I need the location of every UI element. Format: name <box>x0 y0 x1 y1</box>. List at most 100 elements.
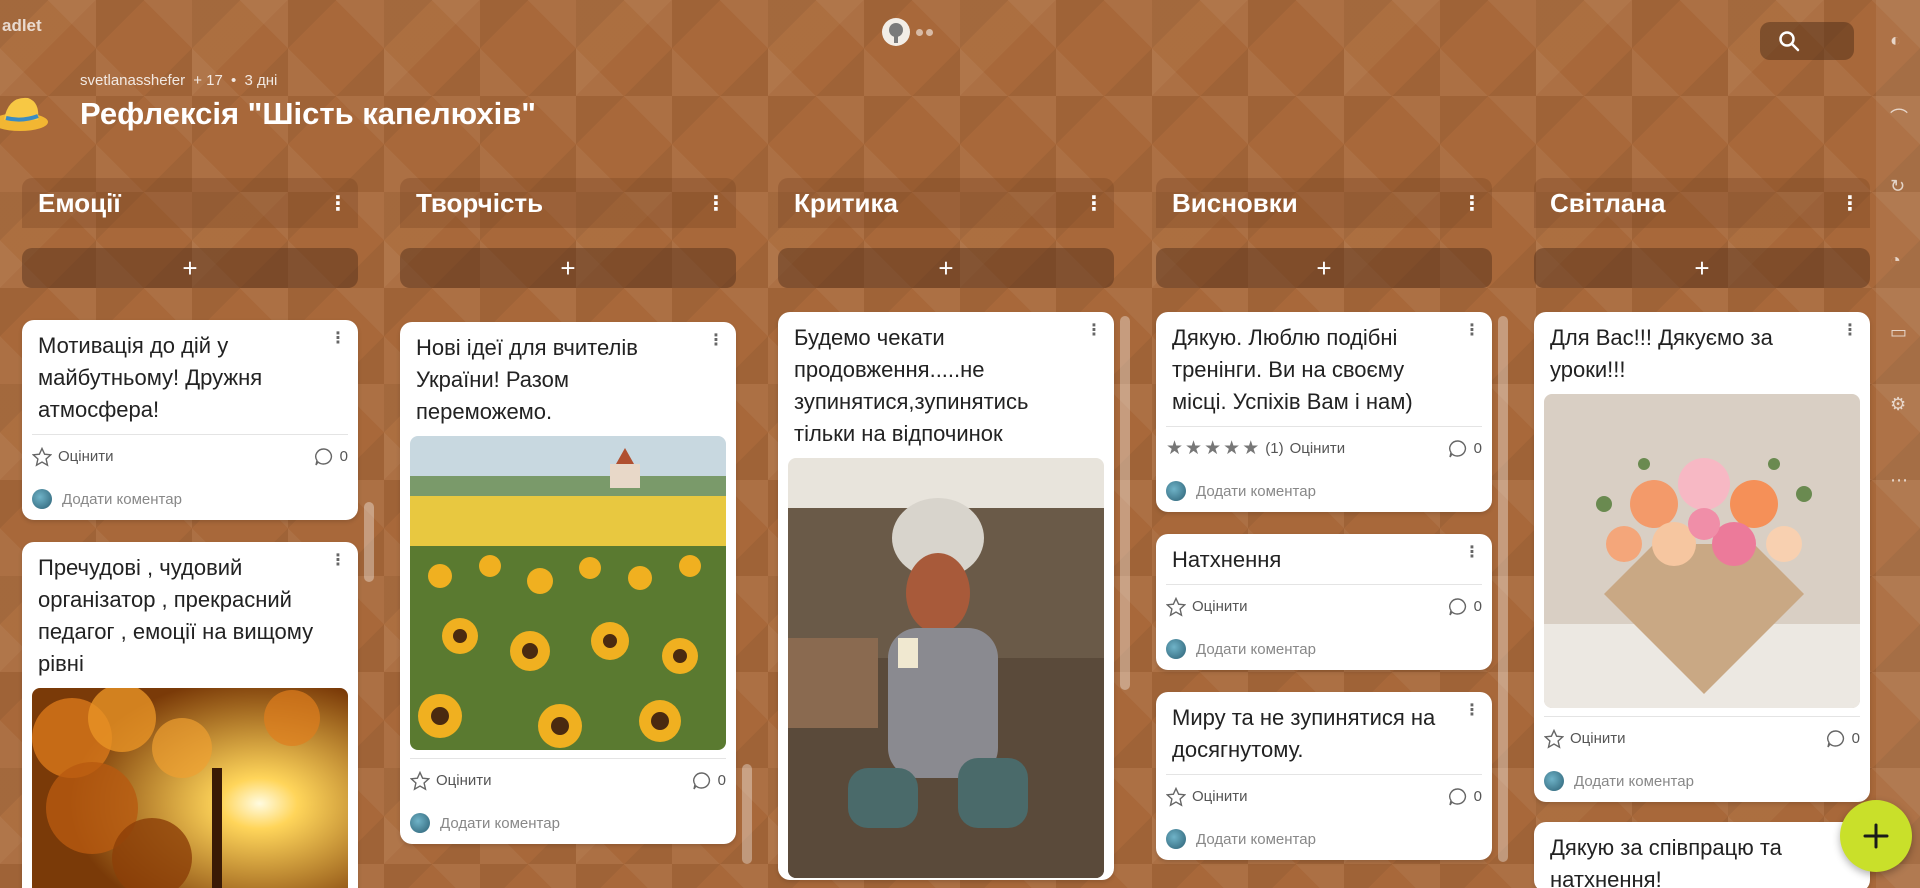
rate-label: Оцінити <box>58 448 114 465</box>
more-icon[interactable]: ⋯ <box>1890 470 1910 490</box>
column-more-icon[interactable]: ⋮ <box>328 191 348 216</box>
add-post-button[interactable]: + <box>1156 248 1492 288</box>
add-post-fab[interactable] <box>1840 800 1912 872</box>
add-post-button[interactable]: + <box>1534 248 1870 288</box>
collaborators-count[interactable]: + 17 <box>193 72 223 89</box>
slideshow-icon[interactable]: ▭ <box>1890 322 1910 342</box>
rate-button[interactable]: Оцінити <box>1544 728 1626 749</box>
rate-label: Оцінити <box>1289 440 1346 457</box>
comments-button[interactable]: 0 <box>1448 439 1482 459</box>
sunflower-field-image[interactable] <box>410 436 726 750</box>
notification-icon[interactable]: ◔ <box>1890 250 1910 270</box>
add-comment-row[interactable]: Додати коментар <box>1166 818 1482 860</box>
post-more-icon[interactable]: ⋮ <box>1464 700 1480 720</box>
add-comment-row[interactable]: Додати коментар <box>32 478 348 520</box>
column-more-icon[interactable]: ⋮ <box>706 191 726 216</box>
more-dots-icon[interactable] <box>916 28 933 36</box>
dog-in-towel-image[interactable] <box>788 458 1104 878</box>
user-avatar <box>1166 481 1186 501</box>
post-footer: Оцінити 0 <box>1166 774 1482 818</box>
search-button[interactable] <box>1760 22 1854 60</box>
post-more-icon[interactable]: ⋮ <box>708 330 724 350</box>
rating-count: (1) <box>1265 440 1284 457</box>
column-more-icon[interactable]: ⋮ <box>1840 191 1860 216</box>
rate-button[interactable]: Оцінити <box>1166 596 1248 617</box>
post-card[interactable]: Будемо чекати продовження.....не зупинят… <box>778 312 1114 880</box>
add-comment-row[interactable]: Додати коментар <box>1544 760 1860 802</box>
comment-count: 0 <box>1851 730 1860 747</box>
column-title[interactable]: Критика <box>794 188 898 219</box>
rate-button[interactable]: Оцінити <box>410 770 492 791</box>
hat-icon <box>0 97 48 131</box>
add-comment-row[interactable]: Додати коментар <box>1166 628 1482 670</box>
column-more-icon[interactable]: ⋮ <box>1462 191 1482 216</box>
post-card[interactable]: Миру та не зупинятися на досягнутому. ⋮ … <box>1156 692 1492 860</box>
user-avatar <box>410 813 430 833</box>
reaction-icon[interactable]: ⌒ <box>1890 104 1910 128</box>
post-more-icon[interactable]: ⋮ <box>1086 320 1102 340</box>
post-card[interactable]: Дякую за співпрацю та натхнення! <box>1534 822 1870 888</box>
post-more-icon[interactable]: ⋮ <box>330 550 346 570</box>
star-icon <box>1544 728 1564 749</box>
star-filled-icon: ★ <box>1166 438 1184 459</box>
star-filled-icon: ★ <box>1185 438 1203 459</box>
comments-button[interactable]: 0 <box>692 771 726 791</box>
rate-label: Оцінити <box>1192 598 1248 615</box>
star-icon <box>410 770 430 791</box>
rate-label: Оцінити <box>1192 788 1248 805</box>
post-more-icon[interactable]: ⋮ <box>1464 542 1480 562</box>
column-header: Критика ⋮ <box>778 178 1114 228</box>
comment-count: 0 <box>1473 598 1482 615</box>
add-post-button[interactable]: + <box>400 248 736 288</box>
column-scrollbar[interactable] <box>364 502 374 582</box>
post-card[interactable]: Нові ідеї для вчителів України! Разом пе… <box>400 322 736 844</box>
rate-button[interactable]: Оцінити <box>32 446 114 467</box>
column-scrollbar[interactable] <box>1498 316 1508 862</box>
comments-button[interactable]: 0 <box>1448 597 1482 617</box>
add-comment-row[interactable]: Додати коментар <box>410 802 726 844</box>
autumn-sun-leaves-image[interactable] <box>32 688 348 888</box>
board-title: Рефлексія "Шість капелюхів" <box>80 96 536 131</box>
comments-button[interactable]: 0 <box>1826 729 1860 749</box>
column-title[interactable]: Творчість <box>416 188 543 219</box>
user-avatar <box>1544 771 1564 791</box>
app-logo[interactable]: adlet <box>2 16 42 36</box>
column-more-icon[interactable]: ⋮ <box>1084 191 1104 216</box>
column-scrollbar[interactable] <box>1120 316 1130 690</box>
user-avatar <box>32 489 52 509</box>
add-post-button[interactable]: + <box>22 248 358 288</box>
share-icon[interactable]: ↻ <box>1890 176 1910 196</box>
comments-button[interactable]: 0 <box>314 447 348 467</box>
add-comment-row[interactable]: Додати коментар <box>1166 470 1482 512</box>
rate-button[interactable]: Оцінити <box>1166 786 1248 807</box>
post-card[interactable]: Дякую. Люблю подібні тренінги. Ви на сво… <box>1156 312 1492 512</box>
comments-button[interactable]: 0 <box>1448 787 1482 807</box>
right-toolbar: ◐ ⌒ ↻ ◔ ▭ ⚙ ⋯ <box>1876 0 1920 888</box>
board-avatar-icon[interactable] <box>882 18 910 46</box>
post-text: Для Вас!!! Дякуємо за уроки!!! <box>1550 325 1773 382</box>
rate-button[interactable]: ★ ★ ★ ★ ★ (1) Оцінити <box>1166 437 1345 460</box>
comment-count: 0 <box>717 772 726 789</box>
post-card[interactable]: Для Вас!!! Дякуємо за уроки!!! ⋮ Оцінити… <box>1534 312 1870 802</box>
column-title[interactable]: Емоції <box>38 188 121 219</box>
post-card[interactable]: Натхнення ⋮ Оцінити 0 Додати коментар <box>1156 534 1492 670</box>
globe-icon[interactable]: ◐ <box>1890 30 1910 50</box>
author-name[interactable]: svetlanasshefer <box>80 72 185 89</box>
post-text: Будемо чекати продовження.....не зупинят… <box>794 325 1029 446</box>
column-emotsii: Емоції ⋮ + Мотивація до дій у майбутньом… <box>22 178 374 888</box>
post-card[interactable]: Пречудові , чудовий організатор , прекра… <box>22 542 358 888</box>
column-title[interactable]: Висновки <box>1172 188 1298 219</box>
comment-count: 0 <box>1473 440 1482 457</box>
board-age: 3 дні <box>244 72 278 89</box>
post-more-icon[interactable]: ⋮ <box>330 328 346 348</box>
column-header: Творчість ⋮ <box>400 178 736 228</box>
column-title[interactable]: Світлана <box>1550 188 1666 219</box>
post-card[interactable]: Мотивація до дій у майбутньому! Дружня а… <box>22 320 358 520</box>
add-post-button[interactable]: + <box>778 248 1114 288</box>
post-more-icon[interactable]: ⋮ <box>1464 320 1480 340</box>
column-scrollbar[interactable] <box>742 764 752 864</box>
post-text: Дякую. Люблю подібні тренінги. Ви на сво… <box>1172 325 1413 414</box>
settings-icon[interactable]: ⚙ <box>1890 394 1910 414</box>
flower-bouquet-image[interactable] <box>1544 394 1860 708</box>
post-more-icon[interactable]: ⋮ <box>1842 320 1858 340</box>
